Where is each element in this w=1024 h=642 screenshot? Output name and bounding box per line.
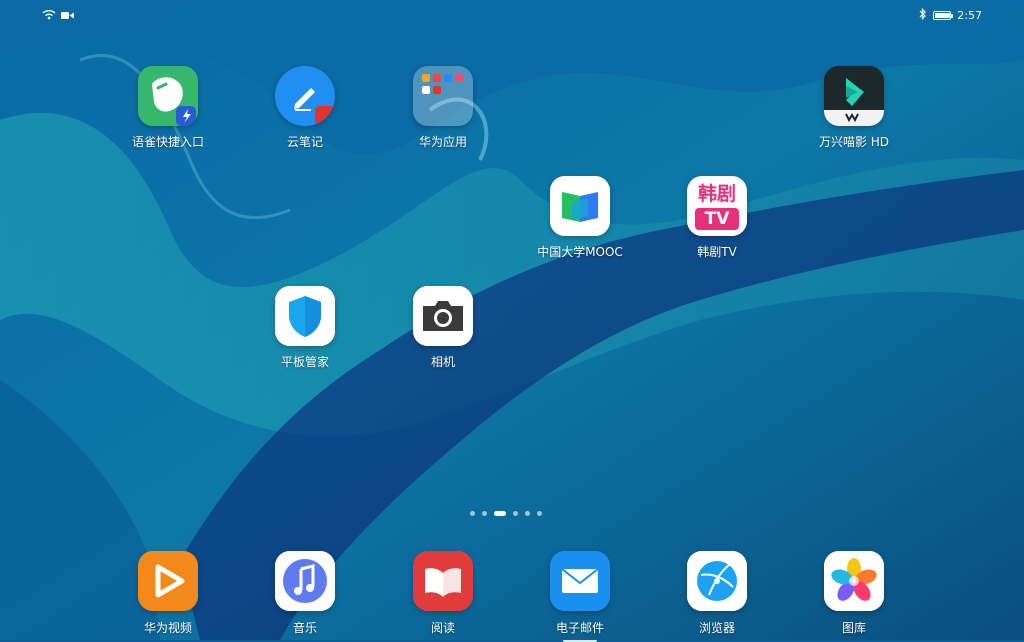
page-dot[interactable] [513,511,518,516]
dock-app-browser[interactable]: 浏览器 [657,551,777,636]
app-label: 云笔记 [286,135,323,149]
app-label: 华为视频 [143,621,192,635]
mooc-icon [550,176,610,236]
dock-app-music[interactable]: 音乐 [245,551,365,636]
battery-icon [933,11,954,20]
status-left [42,9,74,23]
dock-app-email[interactable]: 电子邮件 [520,551,640,642]
app-label: 音乐 [292,621,317,635]
app-label: 阅读 [430,621,455,635]
browser-icon [687,551,747,611]
status-bar: 2:57 [0,0,1024,32]
mail-icon [550,551,610,611]
folder-icon [413,66,473,126]
battery-fill [935,13,950,18]
hanju-tv-badge: TV [695,208,739,230]
app-yuque[interactable]: 语雀快捷入口 [108,66,228,150]
status-right: 2:57 [919,8,982,23]
app-folder-huawei[interactable]: 华为应用 [383,66,503,150]
app-label: 电子邮件 [555,621,604,635]
page-indicator[interactable] [470,511,542,516]
cloud-note-icon [275,66,335,126]
app-camera[interactable]: 相机 [383,286,503,370]
app-label: 华为应用 [418,135,467,149]
app-label: 图库 [841,621,866,635]
hanju-tv-icon: 韩剧 TV [687,176,747,236]
shield-icon [275,286,335,346]
app-label: 中国大学MOOC [537,245,623,259]
page-dot[interactable] [537,511,542,516]
hanju-tv-badge-text: TV [704,209,730,229]
app-label: 韩剧TV [697,245,737,259]
dock-app-gallery[interactable]: 图库 [794,551,914,636]
bluetooth-icon [919,8,927,23]
yuque-icon [138,66,198,126]
app-cloud-note[interactable]: 云笔记 [245,66,365,150]
book-icon [413,551,473,611]
page-dot[interactable] [525,511,530,516]
page-dot[interactable] [470,511,475,516]
app-mooc[interactable]: 中国大学MOOC [520,176,640,260]
app-label: 语雀快捷入口 [131,135,204,149]
app-hanju-tv[interactable]: 韩剧 TV 韩剧TV [657,176,777,260]
app-tablet-manager[interactable]: 平板管家 [245,286,365,370]
hanju-tv-title: 韩剧 [697,183,736,205]
app-filmora[interactable]: 万兴喵影 HD [794,66,914,150]
gallery-icon [824,551,884,611]
music-note-icon [275,551,335,611]
camera-icon [413,286,473,346]
wifi-icon [42,9,56,23]
page-dot-active[interactable] [494,511,506,516]
filmora-icon [824,66,884,126]
page-dot[interactable] [482,511,487,516]
status-time: 2:57 [957,9,982,22]
app-label: 浏览器 [698,621,735,635]
app-label: 相机 [430,355,455,369]
dock-app-huawei-video[interactable]: 华为视频 [108,551,228,636]
dock-app-reading[interactable]: 阅读 [383,551,503,636]
app-label: 万兴喵影 HD [818,135,890,149]
camera-record-icon [61,10,74,23]
video-play-icon [138,551,198,611]
app-label: 平板管家 [280,355,329,369]
